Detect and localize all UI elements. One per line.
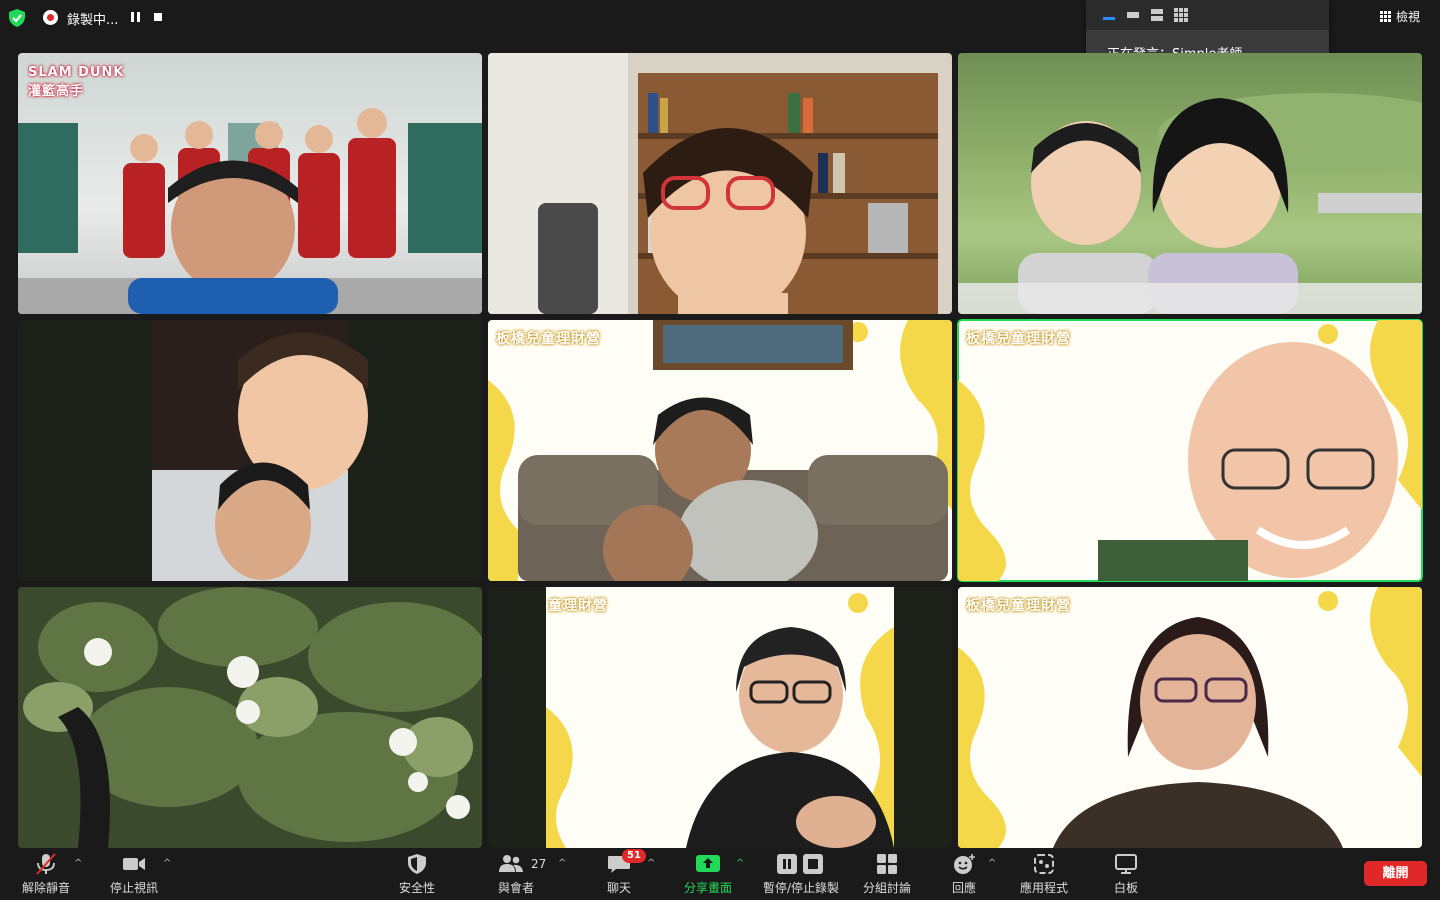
tile-overlay-text: 板橋兒童理財營 [966,598,1071,614]
reactions-button[interactable]: 回應 [946,848,982,900]
pause-stop-recording-icon [777,854,823,874]
security-shield-icon[interactable] [9,9,25,27]
apps-label: 應用程式 [1019,881,1068,895]
video-tile-7[interactable] [18,587,482,848]
whiteboard-button[interactable]: 白板 [1110,848,1142,900]
gallery-layout-icon[interactable] [1174,8,1188,22]
video-camera-icon [123,858,145,870]
share-screen-button[interactable]: 分享畫面 [680,848,736,900]
video-options-caret[interactable]: ^ [163,858,171,869]
unmute-button[interactable]: 解除靜音 [20,848,72,900]
chat-unread-badge: 51 [622,849,646,863]
smiley-reaction-icon [954,854,975,874]
tile-overlay-text: 板橋兒童理財營 [966,331,1071,347]
plants-background [23,587,482,848]
speaker-layout-icon[interactable] [1102,8,1116,22]
pause-stop-recording-button[interactable]: 暫停/停止錄製 [758,848,844,900]
unmute-label: 解除靜音 [21,881,70,895]
chat-label: 聊天 [606,881,631,895]
participants-count: 27 [531,857,547,871]
leave-meeting-button[interactable]: 離開 [1364,861,1427,886]
video-tile-8[interactable]: 童理財營 [488,587,952,848]
participants-button[interactable]: 與會者 [492,848,540,900]
security-shield-icon [408,854,426,874]
breakout-rooms-label: 分組討論 [862,881,911,895]
view-label: 檢視 [1396,10,1421,24]
share-screen-label: 分享畫面 [683,881,732,895]
pause-recording-icon[interactable] [131,12,140,22]
stop-video-button[interactable]: 停止視訊 [108,848,160,900]
chat-options-caret[interactable]: ^ [647,858,655,869]
whiteboard-label: 白板 [1113,881,1138,895]
video-tile-6-active-speaker[interactable]: 板橋兒童理財營 [957,319,1423,582]
tile-overlay-text: SLAM DUNK 灌籃高手 [28,65,125,99]
video-feed: 童理財營 [546,587,894,848]
tile-overlay-text: 板橋兒童理財營 [496,331,601,347]
apps-button[interactable]: 應用程式 [1016,848,1072,900]
video-tile-2[interactable] [488,53,952,314]
share-screen-icon [696,855,720,872]
video-tile-3[interactable] [958,53,1422,314]
reactions-options-caret[interactable]: ^ [988,858,996,869]
share-options-caret[interactable]: ^ [736,858,744,869]
security-label: 安全性 [398,881,435,895]
apps-icon [1034,854,1054,874]
stop-recording-icon[interactable] [154,13,162,21]
participants-icon [499,855,524,872]
view-grid-icon [1380,11,1391,22]
security-button[interactable]: 安全性 [394,848,440,900]
reactions-label: 回應 [951,881,976,895]
yellow-theme-background [958,320,1422,581]
hills-background [958,93,1422,314]
breakout-rooms-button[interactable]: 分組討論 [860,848,914,900]
yellow-theme-background [488,320,952,581]
split-layout-icon[interactable] [1150,8,1164,22]
bedroom-video [152,320,368,581]
yellow-theme-background [546,593,894,848]
video-tile-1[interactable]: SLAM DUNK 灌籃高手 [18,53,482,314]
pause-stop-recording-label: 暫停/停止錄製 [762,881,840,895]
meeting-toolbar: 解除靜音 ^ 停止視訊 ^ 安全性 與會者 27 ^ 聊天 51 ^ 分享畫面 … [0,848,1440,900]
video-tile-4[interactable] [18,320,482,581]
yellow-theme-background [958,587,1422,848]
video-tile-5[interactable]: 板橋兒童理財營 [488,320,952,581]
breakout-rooms-icon [877,854,897,874]
participants-label: 與會者 [497,881,534,895]
tile-overlay-text: 童理財營 [548,598,608,614]
stop-video-label: 停止視訊 [109,881,158,895]
recording-icon [43,10,58,25]
microphone-muted-icon [36,853,56,875]
participants-options-caret[interactable]: ^ [558,858,566,869]
whiteboard-icon [1115,854,1137,874]
video-tile-9[interactable]: 板橋兒童理財營 [958,587,1422,848]
audio-options-caret[interactable]: ^ [74,858,82,869]
bookshelf-background [488,53,938,314]
film-layout-icon[interactable] [1126,8,1140,22]
view-button[interactable]: 檢視 [1380,8,1420,25]
recording-status: 錄製中... [67,13,119,28]
